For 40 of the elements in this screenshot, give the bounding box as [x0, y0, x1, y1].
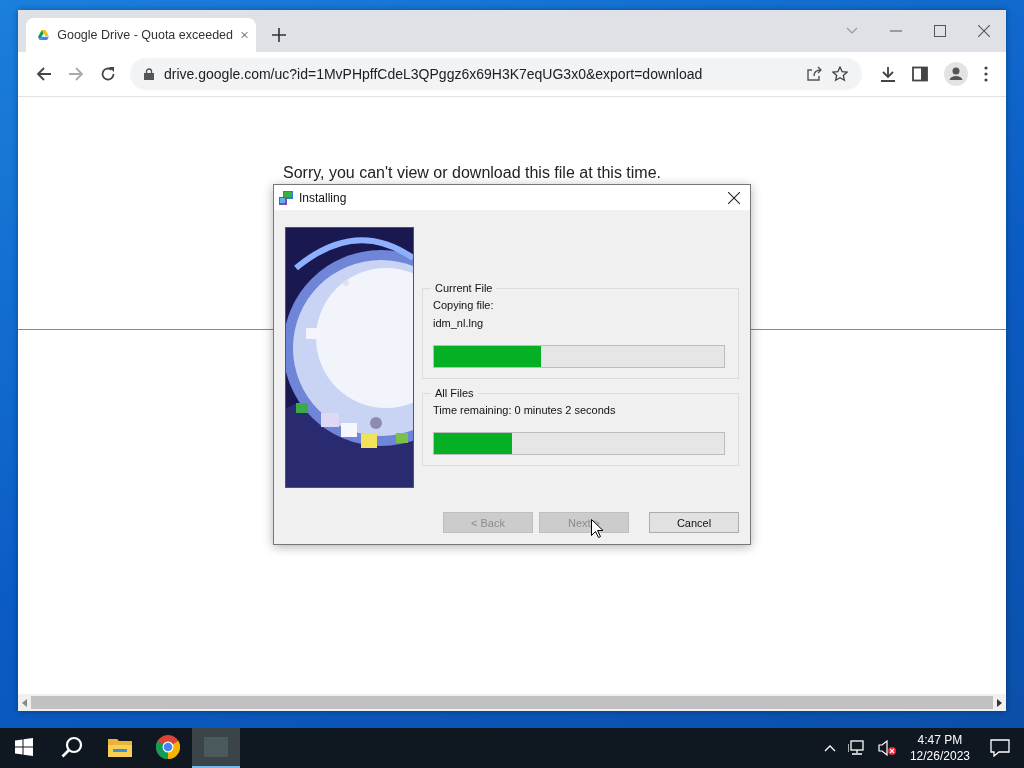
windows-logo-icon [15, 738, 33, 756]
browser-tab[interactable]: Google Drive - Quota exceeded [26, 18, 256, 52]
address-bar[interactable]: drive.google.com/uc?id=1MvPHpffCdeL3QPggz6x69H3K7eqUG3x0&export=download [130, 58, 862, 90]
status-text: Time remaining: 0 minutes 2 seconds [433, 404, 617, 416]
group-label: Current File [434, 282, 494, 294]
clock-time: 4:47 PM [917, 731, 963, 748]
horizontal-scrollbar[interactable] [18, 694, 1006, 711]
mouse-cursor-icon [591, 519, 603, 538]
error-message: Sorry, you can't view or download this file at this time. [282, 163, 663, 182]
scroll-left-icon[interactable] [22, 698, 27, 707]
side-panel-icon[interactable] [912, 66, 928, 82]
dialog-title: Installing [299, 190, 347, 205]
status-text: Copying file: [433, 299, 495, 311]
download-icon[interactable] [880, 66, 896, 82]
scroll-right-icon[interactable] [997, 698, 1002, 707]
back-arrow-icon[interactable] [36, 66, 52, 82]
dialog-button[interactable]: Cancel [649, 512, 739, 533]
maximize-icon[interactable] [934, 25, 946, 37]
profile-icon[interactable] [944, 62, 968, 86]
installer-icon [278, 189, 294, 206]
group-label: All Files [434, 387, 475, 399]
close-icon[interactable] [728, 191, 740, 204]
drive-logo-icon [38, 28, 50, 42]
star-icon[interactable] [832, 66, 848, 82]
notification-icon[interactable] [990, 739, 1010, 757]
taskbar-clock[interactable]: 4:47 PM 12/26/2023 [901, 728, 978, 768]
folder-icon [108, 737, 132, 757]
muted-speaker-icon[interactable] [877, 740, 896, 756]
lock-icon [144, 68, 154, 80]
status-text: idm_nl.lng [433, 317, 485, 329]
menu-icon[interactable] [984, 66, 988, 82]
reload-icon[interactable] [100, 66, 116, 82]
clock-date: 12/26/2023 [909, 748, 970, 765]
network-icon[interactable] [847, 740, 866, 756]
chevron-up-icon[interactable] [823, 744, 836, 752]
search-icon [61, 736, 83, 758]
chrome-logo-icon [156, 735, 180, 759]
new-tab-icon[interactable] [272, 28, 286, 42]
scrollbar-thumb[interactable] [31, 696, 993, 709]
share-icon[interactable] [806, 66, 822, 82]
